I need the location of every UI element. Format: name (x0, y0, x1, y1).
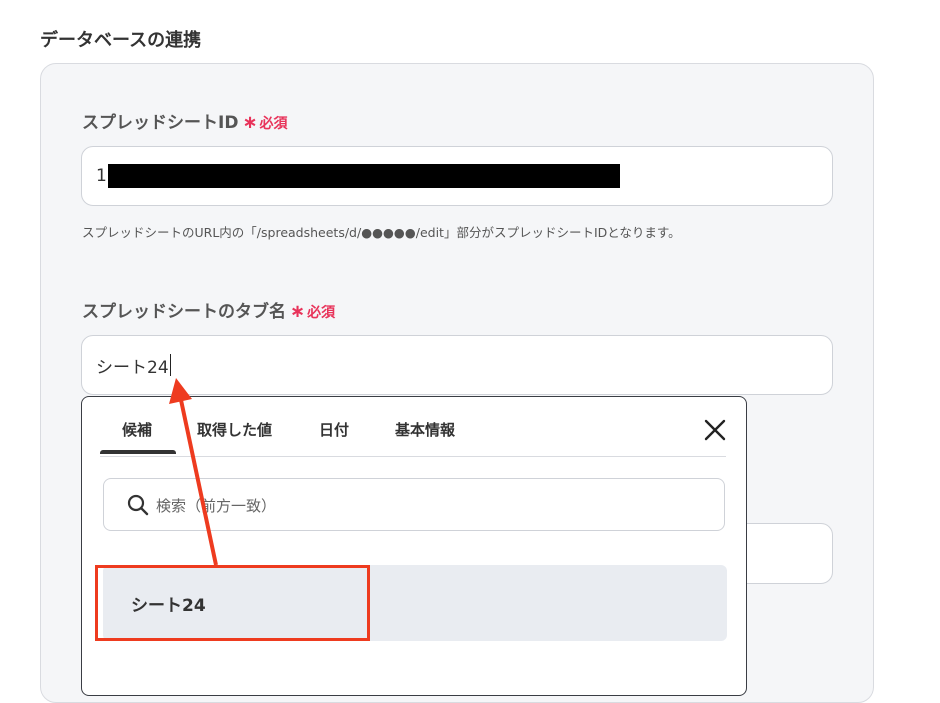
required-badge: ∗ 必須 (290, 301, 336, 322)
spreadsheet-id-help: スプレッドシートのURL内の「/spreadsheets/d/●●●●●/edi… (82, 225, 681, 240)
active-tab-indicator (100, 450, 176, 454)
dropdown-tabs: 候補 取得した値 日付 基本情報 (82, 397, 746, 457)
spreadsheet-id-value: 1 (96, 166, 107, 186)
required-text: 必須 (307, 305, 336, 321)
tab-fetched-values[interactable]: 取得した値 (197, 419, 272, 440)
tab-name-value: シート24 (96, 357, 169, 378)
tab-candidates[interactable]: 候補 (122, 419, 152, 440)
search-placeholder: 検索（前方一致） (156, 497, 277, 515)
spreadsheet-id-label-text: スプレッドシートID (82, 113, 239, 133)
search-input[interactable]: 検索（前方一致） (103, 478, 725, 531)
close-icon[interactable] (702, 417, 728, 443)
tab-name-label-text: スプレッドシートのタブ名 (82, 302, 286, 322)
asterisk-icon: ∗ (242, 112, 258, 133)
asterisk-icon: ∗ (290, 301, 306, 322)
spreadsheet-id-label: スプレッドシートID ∗ 必須 (82, 108, 288, 133)
tabs-divider (100, 456, 726, 457)
tab-basic-info[interactable]: 基本情報 (395, 419, 455, 440)
required-text: 必須 (259, 116, 288, 132)
required-badge: ∗ 必須 (242, 112, 288, 133)
redacted-block (107, 164, 620, 188)
search-icon (126, 493, 150, 517)
section-title: データベースの連携 (40, 30, 202, 51)
spreadsheet-id-input[interactable]: 1 (81, 146, 833, 206)
annotation-highlight-box (95, 565, 370, 641)
tab-name-label: スプレッドシートのタブ名 ∗ 必須 (82, 297, 335, 322)
text-caret (169, 354, 172, 376)
tab-name-input[interactable]: シート24 (81, 335, 833, 395)
tab-date[interactable]: 日付 (319, 419, 349, 440)
suggestion-dropdown: 候補 取得した値 日付 基本情報 検索（前方一致） シート24 (81, 396, 747, 696)
